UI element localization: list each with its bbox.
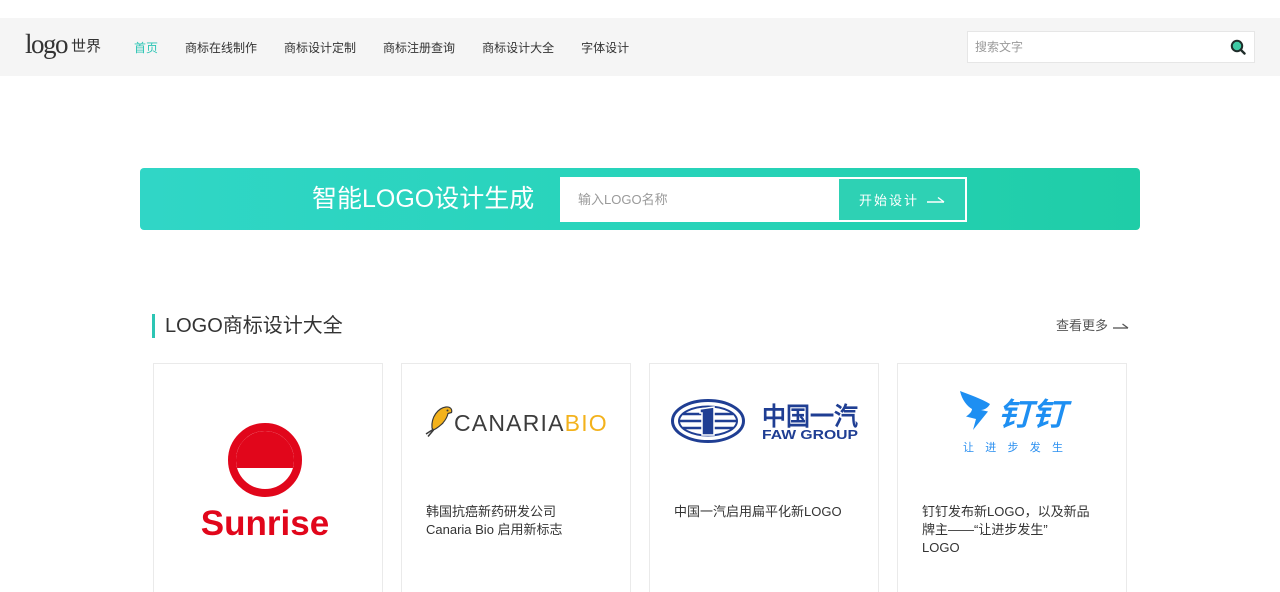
dingtalk-wing-icon xyxy=(960,391,990,430)
logo-card[interactable]: CANARIABIO 韩国抗癌新药研发公司 Canaria Bio 启用新标志 xyxy=(401,363,631,592)
sunrise-wordmark: Sunrise xyxy=(201,504,329,543)
section-title: LOGO商标设计大全 xyxy=(165,315,343,337)
caption-line: 牌主——“让进步发生” xyxy=(922,522,1048,537)
logo-name-input[interactable] xyxy=(562,179,839,220)
logo-card[interactable]: Sunrise xyxy=(153,363,383,592)
faw-english-wordmark: FAW GROUP xyxy=(762,427,858,442)
search-input[interactable] xyxy=(968,32,1218,62)
banner-title: 智能LOGO设计生成 xyxy=(312,185,535,213)
caption-line: LOGO xyxy=(922,540,960,555)
nav-item-home[interactable]: 首页 xyxy=(134,39,158,56)
dingtalk-logo: 钉钉 让 进 步 发 生 xyxy=(960,391,1073,454)
dingtalk-slogan: 让 进 步 发 生 xyxy=(963,440,1063,454)
view-more-label: 查看更多 xyxy=(1056,318,1109,333)
bird-body xyxy=(431,406,453,431)
search-box xyxy=(967,31,1255,63)
dingtalk-wordmark: 钉钉 xyxy=(998,397,1073,432)
logo-subtitle: 世界 xyxy=(71,38,102,55)
canary-bird-icon xyxy=(425,406,453,437)
card-caption: 韩国抗癌新药研发公司 Canaria Bio 启用新标志 xyxy=(426,503,608,539)
emblem-numeral-one xyxy=(699,406,715,436)
caption-line: 中国一汽启用扁平化新LOGO xyxy=(674,504,842,519)
card-caption: 中国一汽启用扁平化新LOGO xyxy=(674,503,856,521)
section-title-accent-bar xyxy=(152,314,155,338)
view-more-link[interactable]: 查看更多 xyxy=(1056,318,1129,334)
caption-line: Canaria Bio 启用新标志 xyxy=(426,522,563,537)
caption-line: 钉钉发布新LOGO，以及新品 xyxy=(922,504,1090,519)
canaria-bio-wordmark: CANARIABIO xyxy=(454,410,608,436)
nav-item-trademark-search[interactable]: 商标注册查询 xyxy=(383,39,455,56)
sunrise-logo: Sunrise xyxy=(201,423,329,543)
nav-item-font-design[interactable]: 字体设计 xyxy=(581,39,629,56)
canaria-bio-logo: CANARIABIO xyxy=(425,406,608,437)
card-caption: 钉钉发布新LOGO，以及新品 牌主——“让进步发生” LOGO xyxy=(922,503,1104,557)
logo-generator-banner: 智能LOGO设计生成 开始设计 xyxy=(140,168,1140,230)
top-header: logo 世界 首页 商标在线制作 商标设计定制 商标注册查询 商标设计大全 字… xyxy=(0,18,1280,76)
faw-group-logo: 中国一汽 FAW GROUP xyxy=(671,399,858,443)
wordmark-bio: BIO xyxy=(565,410,608,436)
search-icon[interactable] xyxy=(1230,39,1246,55)
nav-item-online-logo-maker[interactable]: 商标在线制作 xyxy=(185,39,257,56)
search-icon-handle xyxy=(1239,48,1246,55)
faw-emblem xyxy=(671,399,745,443)
main-nav: 首页 商标在线制作 商标设计定制 商标注册查询 商标设计大全 字体设计 xyxy=(134,18,629,76)
nav-item-custom-logo-design[interactable]: 商标设计定制 xyxy=(284,39,356,56)
bird-eye xyxy=(446,409,449,412)
logo-wordmark: logo xyxy=(25,28,69,59)
arrow-right-icon xyxy=(927,196,945,203)
logo-card[interactable]: 钉钉 让 进 步 发 生 钉钉发布新LOGO，以及新品 牌主——“让进步发生” … xyxy=(897,363,1127,592)
start-design-button[interactable]: 开始设计 xyxy=(839,179,965,220)
wordmark-canaria: CANARIA xyxy=(454,410,565,436)
logo-card[interactable]: 中国一汽 FAW GROUP 中国一汽启用扁平化新LOGO xyxy=(649,363,879,592)
arrow-right-icon xyxy=(1113,323,1129,329)
site-logo[interactable]: logo 世界 xyxy=(25,18,101,76)
logo-name-form: 开始设计 xyxy=(560,177,967,222)
nav-item-logo-gallery[interactable]: 商标设计大全 xyxy=(482,39,554,56)
start-design-label: 开始设计 xyxy=(858,193,919,208)
caption-line: 韩国抗癌新药研发公司 xyxy=(426,504,557,519)
